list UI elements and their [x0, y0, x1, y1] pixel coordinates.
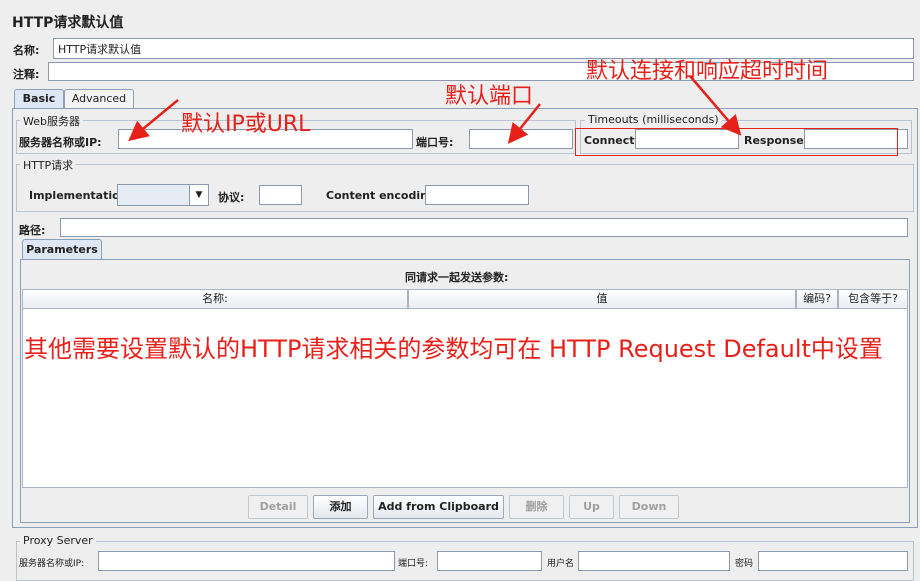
proxy-username-label: 用户名 [547, 559, 575, 569]
column-header-name[interactable]: 名称: [22, 289, 408, 309]
tab-advanced[interactable]: Advanced [64, 89, 134, 108]
content-encoding-input[interactable] [425, 185, 529, 205]
parameters-table [22, 289, 908, 488]
proxy-port-input[interactable] [437, 551, 542, 571]
name-field-value: HTTP请求默认值 [58, 43, 142, 56]
proxy-server-label: 服务器名称或IP: [19, 559, 85, 569]
proxy-password-label: 密码 [735, 559, 754, 569]
column-header-include-equals[interactable]: 包含等于? [838, 289, 908, 309]
up-button[interactable]: Up [569, 495, 614, 519]
detail-button[interactable]: Detail [248, 495, 308, 519]
tab-basic[interactable]: Basic [14, 89, 64, 109]
web-server-legend: Web服务器 [20, 113, 83, 129]
annotation-default-port: 默认端口 [445, 84, 534, 109]
timeouts-highlight-box [575, 128, 898, 156]
proxy-password-input[interactable] [758, 551, 908, 571]
add-button[interactable]: 添加 [313, 495, 368, 519]
path-label: 路径: [19, 224, 46, 237]
add-from-clipboard-button[interactable]: Add from Clipboard [373, 495, 504, 519]
delete-button[interactable]: 删除 [509, 495, 564, 519]
annotation-default-timeout: 默认连接和响应超时时间 [586, 59, 829, 84]
port-label: 端口号: [416, 136, 454, 149]
tab-parameters[interactable]: Parameters [22, 239, 102, 260]
column-header-value[interactable]: 值 [408, 289, 796, 309]
name-label: 名称: [13, 44, 40, 57]
parameters-caption: 同请求一起发送参数: [405, 271, 509, 284]
proxy-legend: Proxy Server [20, 534, 96, 547]
chevron-down-icon[interactable]: ▼ [189, 185, 208, 205]
http-request-legend: HTTP请求 [20, 157, 77, 173]
path-input[interactable] [60, 218, 908, 237]
server-name-label: 服务器名称或IP: [19, 136, 102, 149]
protocol-input[interactable] [259, 185, 302, 205]
annotation-default-ip: 默认IP或URL [181, 112, 311, 137]
proxy-server-input[interactable] [98, 551, 395, 571]
proxy-username-input[interactable] [578, 551, 730, 571]
implementation-select[interactable]: ▼ [117, 184, 209, 206]
content-encoding-label: Content encoding: [326, 189, 441, 202]
annotation-note: 其他需要设置默认的HTTP请求相关的参数均可在 HTTP Request Def… [24, 335, 883, 363]
proxy-port-label: 端口号: [398, 559, 429, 569]
timeouts-legend: Timeouts (milliseconds) [585, 113, 722, 126]
down-button[interactable]: Down [619, 495, 679, 519]
comment-label: 注释: [13, 68, 40, 81]
page-title: HTTP请求默认值 [12, 15, 124, 31]
protocol-label: 协议: [218, 191, 245, 204]
column-header-encode[interactable]: 编码? [796, 289, 838, 309]
port-input[interactable] [469, 129, 573, 149]
